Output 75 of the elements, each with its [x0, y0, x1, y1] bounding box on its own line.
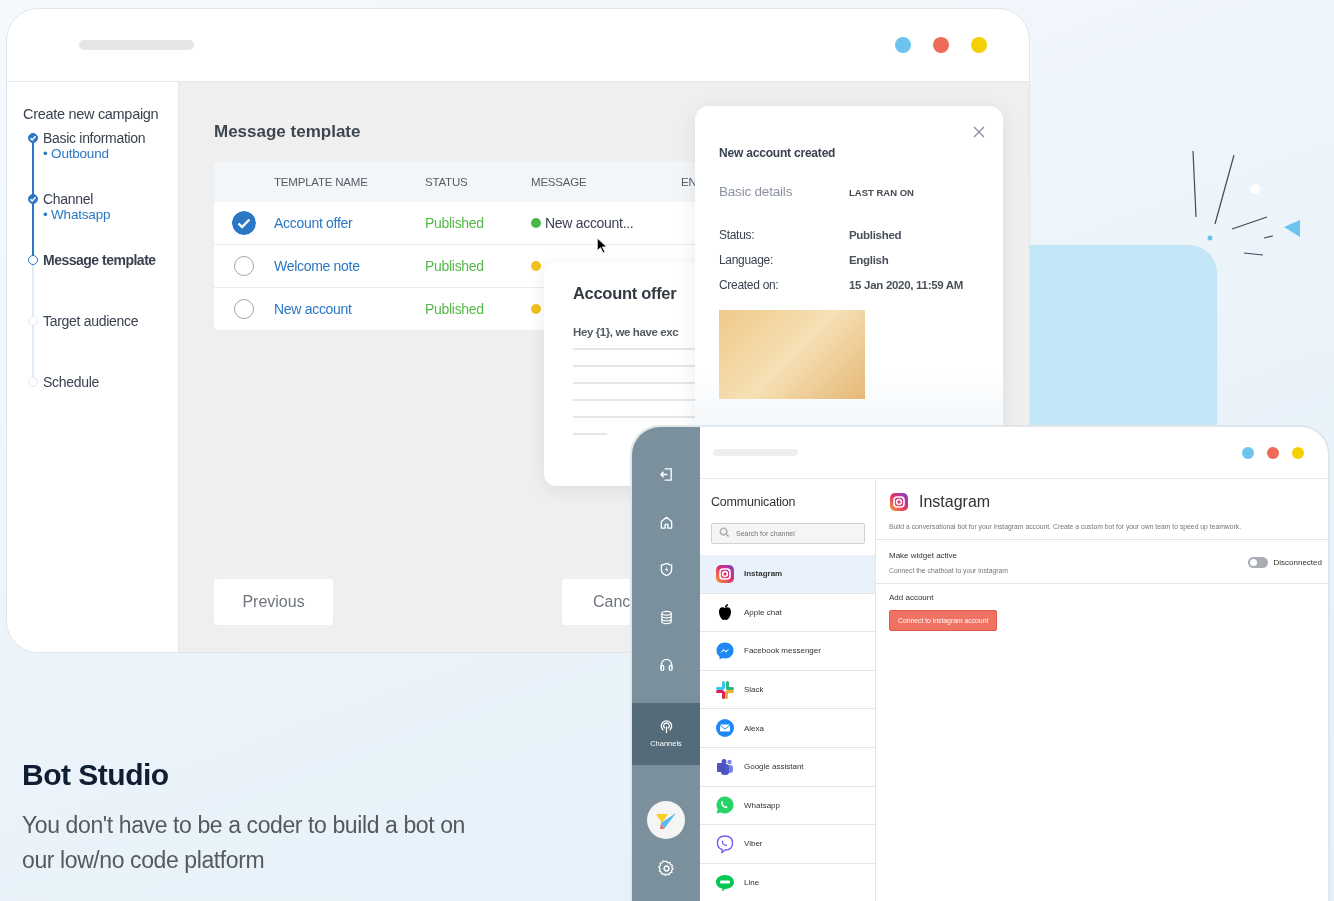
camera-icon	[889, 492, 909, 512]
column-header: STATUS	[425, 176, 469, 188]
phone-bubble-icon	[715, 833, 735, 854]
template-name-link[interactable]: Account offer	[274, 215, 425, 231]
people-icon	[715, 756, 735, 777]
message-preview-text: Hey {1}, we have exc	[573, 326, 679, 338]
step-label[interactable]: Schedule	[43, 374, 178, 390]
popup-title: New account created	[719, 146, 837, 160]
field-value: Published	[849, 229, 903, 241]
column-header: MESSAGE	[531, 176, 588, 188]
status-cell-text: Published	[425, 215, 485, 231]
window-dot	[1242, 446, 1254, 459]
window-dot	[895, 37, 911, 53]
logo-icon[interactable]	[647, 801, 685, 839]
shield-icon	[658, 562, 674, 578]
channel-item[interactable]: Apple chat	[700, 593, 875, 633]
steps-title: Create new campaign	[23, 106, 160, 122]
broadcast-icon	[658, 719, 674, 734]
hero-subtitle: You don't have to be a coder to build a bot on our low/no code platform	[22, 811, 466, 875]
settings-icon[interactable]	[657, 860, 675, 877]
channel-item[interactable]: Line	[700, 863, 875, 901]
field-label: Status:	[719, 228, 756, 242]
column-header: TEMPLATE NAME	[274, 176, 369, 188]
channel-item[interactable]: Slack	[700, 670, 875, 710]
message-cell: New account...	[545, 215, 634, 231]
hash-icon	[715, 679, 735, 700]
window-dot	[1292, 446, 1304, 459]
window-dot	[1267, 446, 1279, 459]
channel-item[interactable]: Facebook messenger	[700, 632, 875, 671]
section-title: Basic details	[719, 184, 794, 199]
column-label: LAST RAN ON	[849, 187, 915, 198]
phone-bubble-icon	[715, 795, 735, 816]
toggle-switch[interactable]	[1247, 557, 1268, 568]
step-label[interactable]: Target audience	[43, 313, 178, 329]
status-cell-text: Published	[425, 258, 485, 274]
exit-icon	[658, 467, 674, 483]
step-value: • Outbound	[43, 146, 110, 161]
envelope-icon	[715, 718, 735, 739]
section-heading: Message template	[214, 122, 361, 142]
radio-checked-icon[interactable]	[232, 211, 256, 235]
channel-item[interactable]: Whatsapp	[700, 786, 875, 826]
hero-title: Bot Studio	[22, 758, 170, 792]
speech-bubble-icon	[715, 872, 735, 893]
field-value: English	[849, 254, 890, 266]
window-dot	[971, 37, 987, 53]
channel-item[interactable]: Google assistant	[700, 747, 875, 787]
field-value: 15 Jan 2020, 11:59 AM	[849, 279, 965, 291]
channel-item[interactable]: Instagram	[700, 555, 875, 594]
channel-item[interactable]: Viber	[700, 825, 875, 864]
connection-status: Disconnected	[1273, 558, 1322, 567]
setting-title: Make widget active	[889, 551, 959, 560]
channel-item[interactable]: Alexa	[700, 709, 875, 748]
cursor-icon	[596, 237, 607, 254]
field-label: Created on:	[719, 278, 780, 292]
list-title: Communication	[711, 495, 797, 509]
template-name-link[interactable]: Welcome note	[274, 258, 425, 274]
setting-title: Add account	[889, 593, 934, 602]
step-label[interactable]: Channel	[43, 191, 178, 207]
step-label[interactable]: Message template	[43, 252, 178, 268]
close-icon[interactable]	[973, 126, 985, 138]
window-dot	[933, 37, 949, 53]
home-icon	[658, 514, 674, 530]
channel-title: Instagram	[919, 493, 991, 511]
field-label: Language:	[719, 253, 775, 267]
camera-icon	[715, 563, 735, 584]
headset-icon	[658, 657, 674, 673]
database-icon	[658, 609, 674, 625]
search-icon	[719, 527, 730, 538]
step-value: • Whatsapp	[43, 207, 112, 222]
step-label[interactable]: Basic information	[43, 130, 178, 146]
template-name-link[interactable]: New account	[274, 301, 425, 317]
status-cell-text: Published	[425, 301, 485, 317]
cancel-button[interactable]: Canc	[562, 579, 631, 625]
chat-bubble-icon	[715, 641, 735, 661]
previous-button[interactable]: Previous	[214, 579, 333, 625]
